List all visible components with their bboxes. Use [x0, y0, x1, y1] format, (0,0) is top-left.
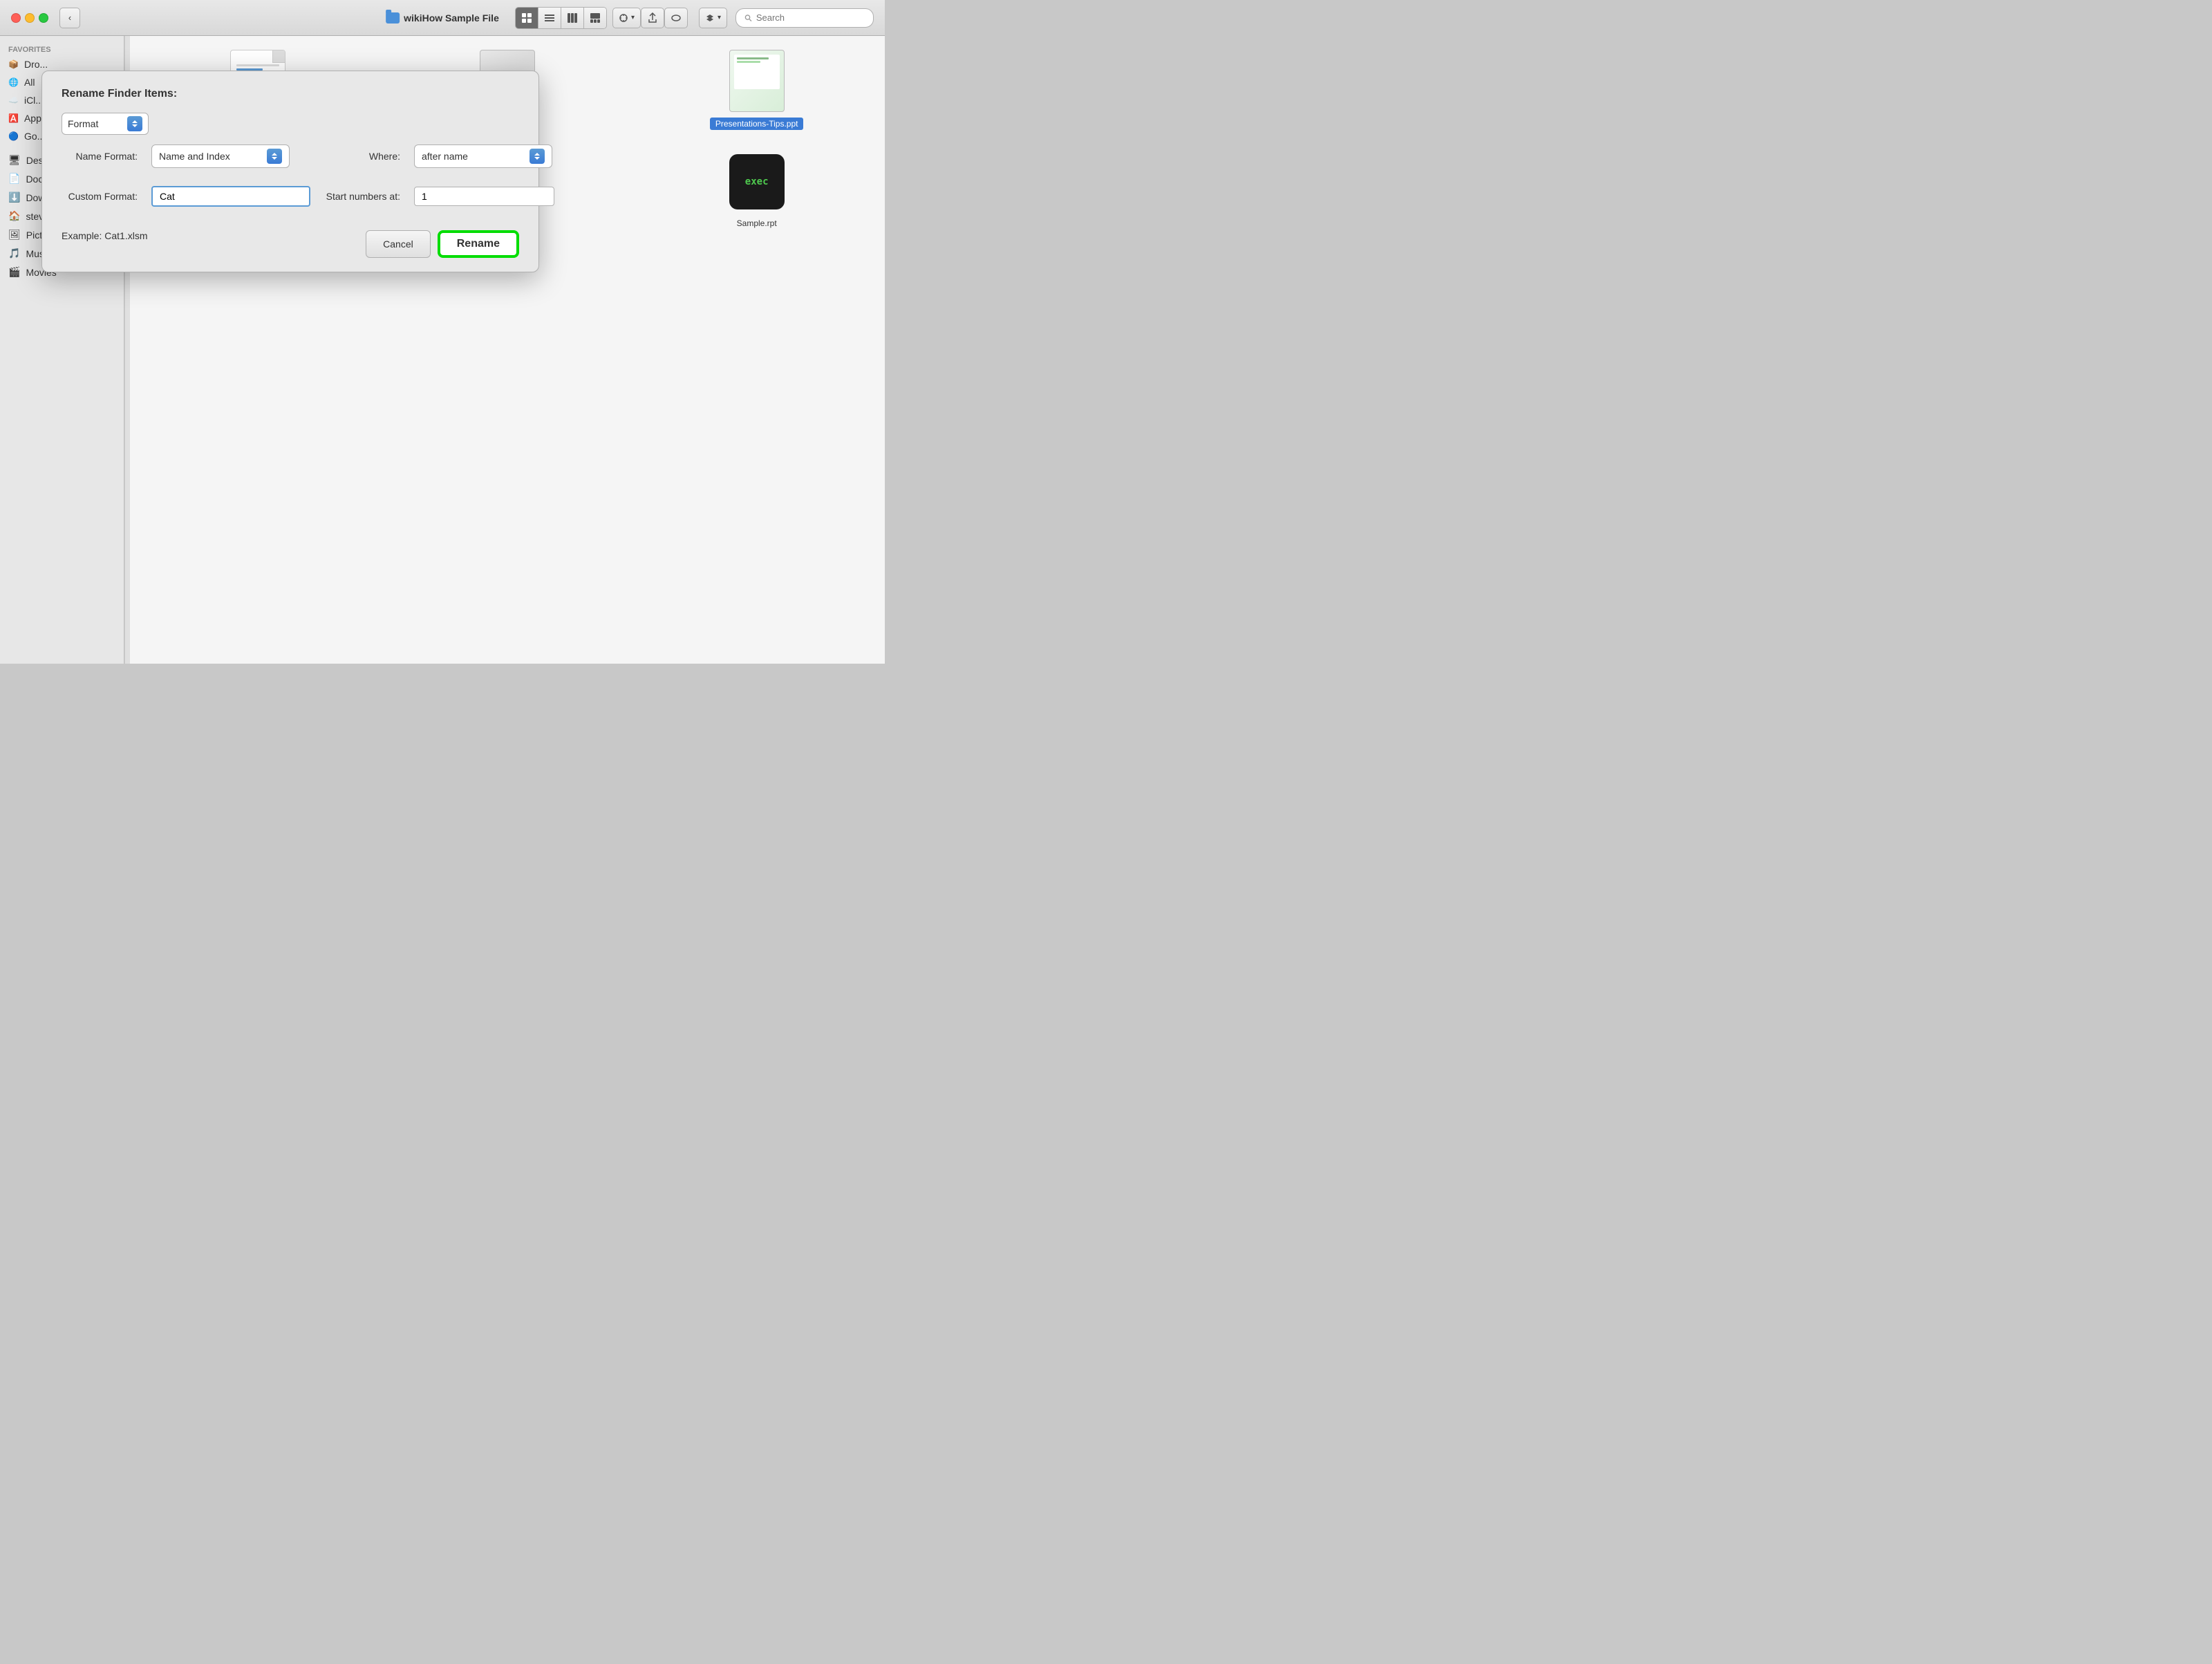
name-format-stepper — [267, 149, 282, 164]
documents-icon: 📄 — [8, 173, 20, 185]
search-input[interactable] — [756, 12, 865, 23]
all-icon: 🌐 — [8, 77, 19, 87]
custom-format-input[interactable] — [151, 186, 310, 207]
icon-view-button[interactable] — [516, 8, 538, 28]
ppt-file-icon — [726, 50, 788, 112]
arrange-chevron: ▾ — [631, 14, 635, 21]
user-icon: 🏠 — [8, 210, 20, 222]
dialog-title: Rename Finder Items: — [62, 88, 519, 100]
window-title: wikiHow Sample File — [386, 12, 499, 24]
window-title-text: wikiHow Sample File — [404, 12, 499, 24]
name-format-label: Name Format: — [62, 151, 138, 162]
dropbox-icon: 📦 — [8, 59, 19, 69]
where-value: after name — [422, 151, 525, 162]
dialog-buttons: Cancel Rename — [366, 230, 519, 258]
where-label: Where: — [324, 151, 400, 162]
search-box[interactable] — [735, 8, 874, 28]
format-select-text: Format — [68, 118, 123, 129]
desktop-icon: 🖥 — [8, 154, 21, 166]
list-view-button[interactable] — [538, 8, 561, 28]
file-item-rpt[interactable]: exec Sample.rpt — [642, 151, 871, 228]
file-label-ppt: Presentations-Tips.ppt — [710, 118, 804, 130]
share-button[interactable] — [641, 8, 664, 28]
format-select[interactable]: Format — [62, 113, 149, 135]
example-text: Example: Cat1.xlsm — [62, 230, 147, 241]
cancel-button[interactable]: Cancel — [366, 230, 431, 258]
icloud-icon: ☁️ — [8, 95, 19, 105]
custom-format-label: Custom Format: — [62, 191, 138, 202]
view-group — [515, 7, 607, 29]
rename-dialog: Rename Finder Items: Format Name Format:… — [41, 71, 539, 272]
close-button[interactable] — [11, 13, 21, 23]
where-select[interactable]: after name — [414, 144, 552, 168]
finder-window: ‹ wikiHow Sample File ▾ — [0, 0, 885, 664]
arrange-button[interactable]: ▾ — [612, 8, 641, 28]
start-numbers-input[interactable] — [414, 187, 554, 206]
name-format-select[interactable]: Name and Index — [151, 144, 290, 168]
where-stepper — [529, 149, 545, 164]
file-label-rpt: Sample.rpt — [737, 218, 777, 228]
custom-format-row: Custom Format: — [62, 186, 310, 207]
maximize-button[interactable] — [39, 13, 48, 23]
rpt-file-icon: exec — [726, 151, 788, 213]
tag-button[interactable] — [664, 8, 688, 28]
exec-icon-rpt: exec — [729, 154, 785, 209]
movies-icon: 🎬 — [8, 266, 20, 278]
start-numbers-label: Start numbers at: — [324, 191, 400, 202]
back-button[interactable]: ‹ — [59, 8, 80, 28]
traffic-lights — [11, 13, 48, 23]
format-row: Format — [62, 113, 519, 135]
title-bar: ‹ wikiHow Sample File ▾ — [0, 0, 885, 36]
gallery-view-button[interactable] — [584, 8, 606, 28]
music-icon: 🎵 — [8, 247, 20, 259]
minimize-button[interactable] — [25, 13, 35, 23]
folder-icon — [386, 12, 400, 24]
google-icon: 🔵 — [8, 131, 19, 141]
rename-button[interactable]: Rename — [438, 230, 519, 258]
file-item-ppt[interactable]: Presentations-Tips.ppt — [642, 50, 871, 130]
format-stepper-icon — [127, 116, 142, 131]
downloads-icon: ⬇️ — [8, 191, 20, 203]
sidebar-favorites-header: Favorites — [0, 41, 124, 55]
where-row: Where: after name — [324, 144, 554, 168]
pictures-icon: 🖼 — [8, 229, 21, 241]
back-icon: ‹ — [68, 12, 71, 23]
apps-icon: 🅰️ — [8, 113, 19, 123]
column-view-button[interactable] — [561, 8, 584, 28]
form-grid: Name Format: Name and Index Where: after… — [62, 144, 519, 216]
start-numbers-row: Start numbers at: — [324, 186, 554, 207]
name-format-value: Name and Index — [159, 151, 263, 162]
name-format-row: Name Format: Name and Index — [62, 144, 310, 168]
dropbox-button[interactable]: ▾ — [699, 8, 727, 28]
